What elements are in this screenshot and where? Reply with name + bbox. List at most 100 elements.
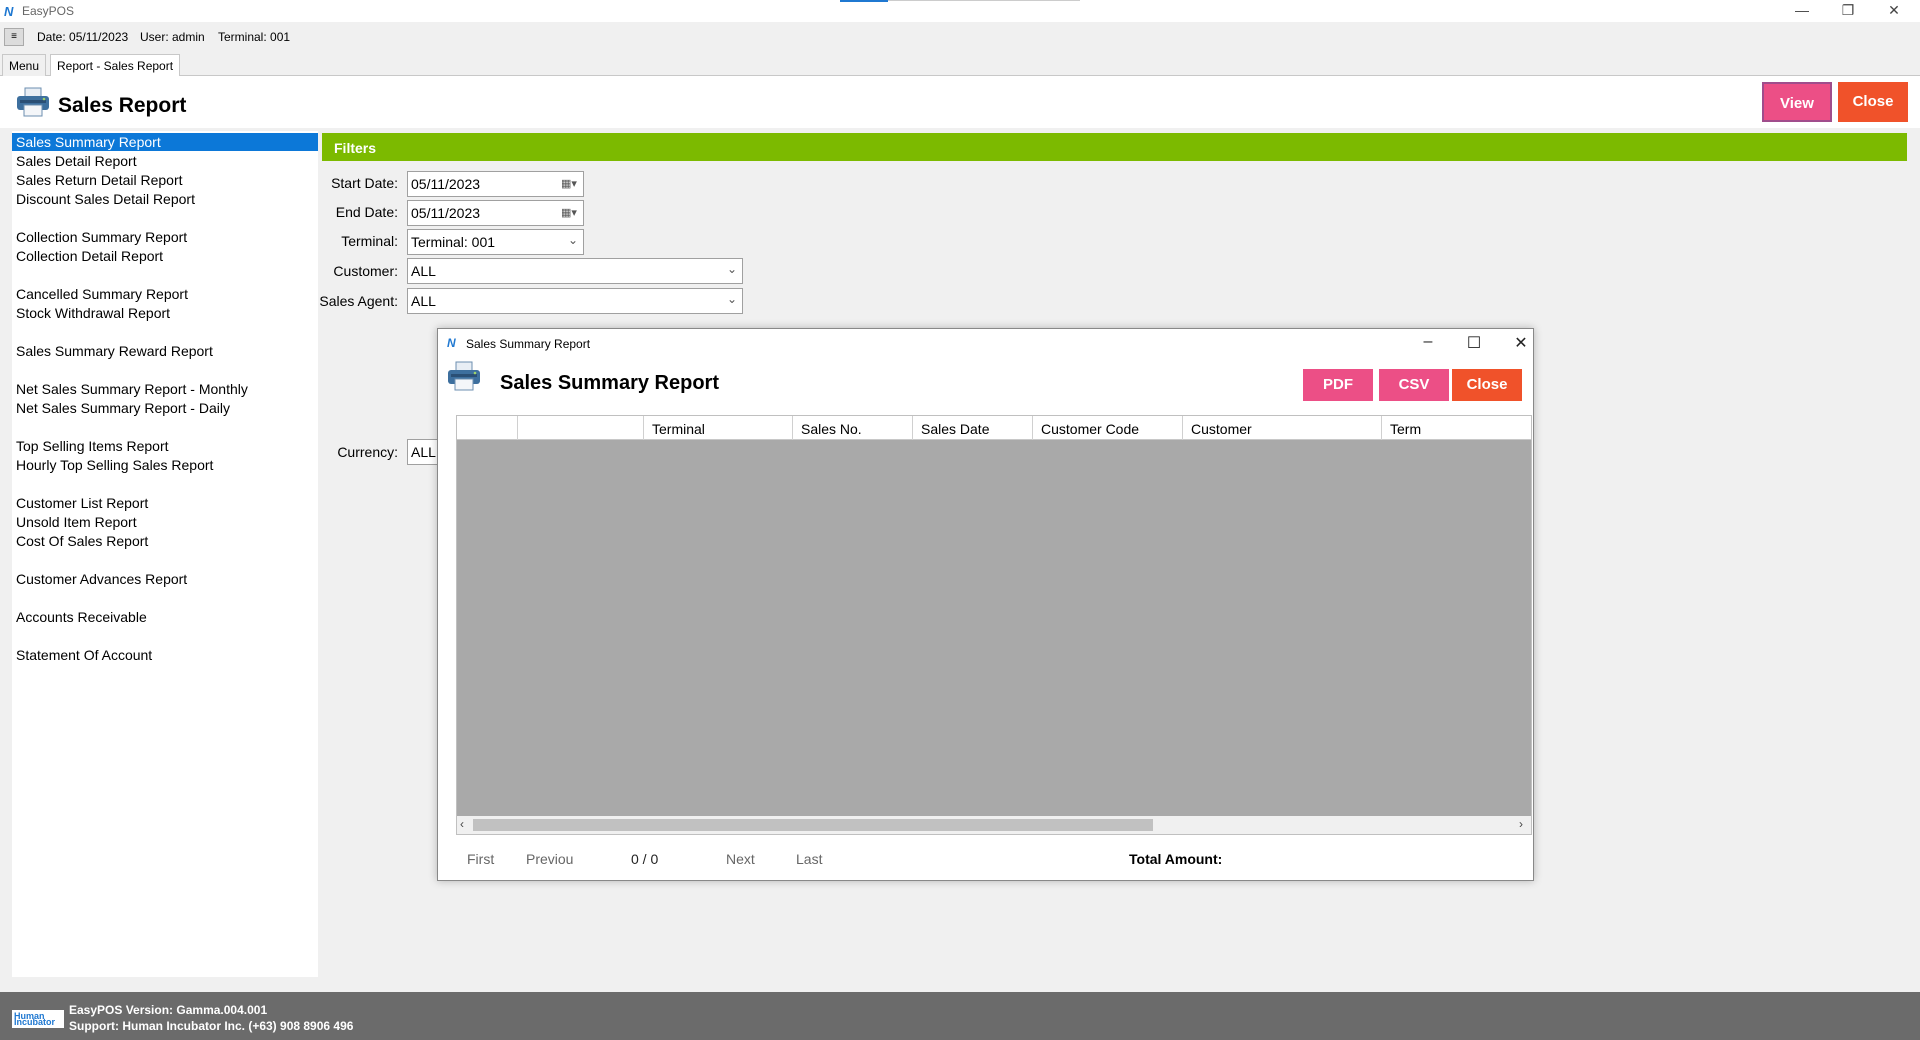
customer-value: ALL bbox=[411, 263, 436, 279]
chevron-down-icon: ⌄ bbox=[726, 262, 737, 276]
title-accent bbox=[840, 0, 888, 2]
last-page-button[interactable]: Last bbox=[796, 851, 822, 867]
tab-sales-report[interactable]: Report - Sales Report bbox=[50, 54, 181, 77]
calendar-icon[interactable]: ▦▾ bbox=[561, 206, 579, 220]
easypos-logo-icon: N bbox=[4, 4, 14, 19]
csv-button[interactable]: CSV bbox=[1379, 369, 1449, 401]
first-page-button[interactable]: First bbox=[467, 851, 494, 867]
human-incubator-logo: Human Incubator bbox=[12, 1010, 64, 1028]
column-header-blank-2[interactable] bbox=[518, 416, 644, 440]
horizontal-scrollbar[interactable]: ‹ › bbox=[457, 816, 1531, 834]
app-title: EasyPOS bbox=[22, 4, 75, 18]
column-header-sales-date[interactable]: Sales Date bbox=[913, 416, 1033, 440]
grid-header-row: Terminal Sales No. Sales Date Customer C… bbox=[457, 416, 1531, 440]
report-item-discount-sales-detail[interactable]: Discount Sales Detail Report bbox=[12, 190, 318, 208]
sales-agent-value: ALL bbox=[411, 293, 436, 309]
maximize-icon[interactable]: ☐ bbox=[1460, 333, 1488, 353]
report-item-accounts-receivable[interactable]: Accounts Receivable bbox=[12, 608, 318, 626]
terminal-value: Terminal: 001 bbox=[411, 234, 496, 250]
column-header-term[interactable]: Term bbox=[1382, 416, 1531, 440]
column-header-customer[interactable]: Customer bbox=[1183, 416, 1382, 440]
viewer-title: Sales Summary Report bbox=[500, 372, 719, 394]
tab-strip: Menu Report - Sales Report bbox=[0, 52, 1920, 77]
calendar-icon[interactable]: ▦▾ bbox=[561, 177, 579, 191]
session-info-bar: ≡ Date: 05/11/2023 User: admin Terminal:… bbox=[0, 22, 1920, 52]
minimize-icon[interactable]: – bbox=[1414, 333, 1442, 351]
chevron-down-icon: ⌄ bbox=[726, 292, 737, 306]
report-item-cost-of-sales[interactable]: Cost Of Sales Report bbox=[12, 532, 318, 550]
report-item-top-selling-items[interactable]: Top Selling Items Report bbox=[12, 437, 318, 455]
report-item-customer-advances[interactable]: Customer Advances Report bbox=[12, 570, 318, 588]
viewer-title-bar: N Sales Summary Report – ☐ ✕ bbox=[438, 329, 1533, 359]
report-list: Sales Summary Report Sales Detail Report… bbox=[12, 131, 318, 977]
column-header-customer-code[interactable]: Customer Code bbox=[1033, 416, 1183, 440]
title-divider bbox=[888, 0, 1080, 1]
close-window-icon[interactable]: ✕ bbox=[1507, 333, 1535, 353]
report-grid[interactable]: Terminal Sales No. Sales Date Customer C… bbox=[456, 415, 1532, 835]
end-date-label: End Date: bbox=[335, 204, 398, 220]
currency-label: Currency: bbox=[337, 444, 398, 460]
report-item-sales-summary[interactable]: Sales Summary Report bbox=[12, 133, 318, 151]
printer-icon bbox=[448, 361, 480, 391]
restore-icon[interactable]: ❐ bbox=[1834, 2, 1862, 19]
user-info: User: admin bbox=[140, 30, 205, 44]
page-header: Sales Report View Close bbox=[0, 76, 1920, 128]
viewer-close-button[interactable]: Close bbox=[1452, 369, 1522, 401]
end-date-field[interactable]: 05/11/2023 ▦▾ bbox=[407, 200, 584, 226]
customer-select[interactable]: ALL ⌄ bbox=[407, 258, 743, 284]
end-date-value: 05/11/2023 bbox=[411, 205, 481, 221]
sales-agent-select[interactable]: ALL ⌄ bbox=[407, 288, 743, 314]
report-viewer-window: N Sales Summary Report – ☐ ✕ Sales Summa… bbox=[437, 328, 1534, 881]
start-date-label: Start Date: bbox=[331, 175, 398, 191]
chevron-down-icon: ⌄ bbox=[567, 233, 578, 247]
report-item-collection-summary[interactable]: Collection Summary Report bbox=[12, 228, 318, 246]
report-item-statement-of-account[interactable]: Statement Of Account bbox=[12, 646, 318, 664]
status-footer: Human Incubator EasyPOS Version: Gamma.0… bbox=[0, 992, 1920, 1040]
scroll-left-icon[interactable]: ‹ bbox=[460, 817, 464, 831]
column-header-terminal[interactable]: Terminal bbox=[644, 416, 793, 440]
scrollbar-thumb[interactable] bbox=[473, 819, 1153, 831]
terminal-info: Terminal: 001 bbox=[218, 30, 291, 44]
view-button[interactable]: View bbox=[1762, 82, 1832, 122]
terminal-select[interactable]: Terminal: 001 ⌄ bbox=[407, 229, 584, 255]
menu-toggle-button[interactable]: ≡ bbox=[4, 28, 24, 46]
printer-icon bbox=[17, 87, 49, 117]
terminal-label: Terminal: bbox=[341, 233, 398, 249]
start-date-value: 05/11/2023 bbox=[411, 176, 481, 192]
report-item-unsold-item[interactable]: Unsold Item Report bbox=[12, 513, 318, 531]
report-item-sales-detail[interactable]: Sales Detail Report bbox=[12, 152, 318, 170]
version-text: EasyPOS Version: Gamma.004.001 bbox=[69, 1003, 268, 1017]
scroll-right-icon[interactable]: › bbox=[1519, 817, 1523, 831]
next-page-button[interactable]: Next bbox=[726, 851, 755, 867]
report-item-sales-return-detail[interactable]: Sales Return Detail Report bbox=[12, 171, 318, 189]
sales-agent-label: Sales Agent: bbox=[319, 293, 398, 309]
viewer-window-title: Sales Summary Report bbox=[466, 337, 591, 351]
app-title-bar: N EasyPOS — ❐ ✕ bbox=[0, 0, 1920, 22]
report-item-stock-withdrawal[interactable]: Stock Withdrawal Report bbox=[12, 304, 318, 322]
date-info: Date: 05/11/2023 bbox=[37, 30, 129, 44]
report-item-hourly-top-selling[interactable]: Hourly Top Selling Sales Report bbox=[12, 456, 318, 474]
column-header-sales-no[interactable]: Sales No. bbox=[793, 416, 913, 440]
column-header-blank[interactable] bbox=[457, 416, 518, 440]
pdf-button[interactable]: PDF bbox=[1303, 369, 1373, 401]
filters-header: Filters bbox=[322, 133, 1907, 161]
report-item-net-sales-monthly[interactable]: Net Sales Summary Report - Monthly bbox=[12, 380, 318, 398]
report-item-sales-summary-reward[interactable]: Sales Summary Reward Report bbox=[12, 342, 318, 360]
customer-label: Customer: bbox=[333, 263, 398, 279]
previous-page-button[interactable]: Previou bbox=[526, 851, 573, 867]
page-position: 0 / 0 bbox=[631, 851, 659, 867]
total-amount-label: Total Amount: bbox=[1129, 851, 1223, 867]
start-date-field[interactable]: 05/11/2023 ▦▾ bbox=[407, 171, 584, 197]
report-item-customer-list[interactable]: Customer List Report bbox=[12, 494, 318, 512]
minimize-icon[interactable]: — bbox=[1788, 2, 1816, 18]
close-button[interactable]: Close bbox=[1838, 82, 1908, 122]
report-item-net-sales-daily[interactable]: Net Sales Summary Report - Daily bbox=[12, 399, 318, 417]
page-title: Sales Report bbox=[58, 94, 187, 117]
report-item-cancelled-summary[interactable]: Cancelled Summary Report bbox=[12, 285, 318, 303]
support-text: Support: Human Incubator Inc. (+63) 908 … bbox=[69, 1019, 354, 1033]
easypos-logo-icon: N bbox=[447, 336, 456, 350]
currency-value: ALL bbox=[411, 444, 436, 460]
tab-menu[interactable]: Menu bbox=[2, 54, 47, 76]
close-window-icon[interactable]: ✕ bbox=[1880, 2, 1908, 19]
report-item-collection-detail[interactable]: Collection Detail Report bbox=[12, 247, 318, 265]
